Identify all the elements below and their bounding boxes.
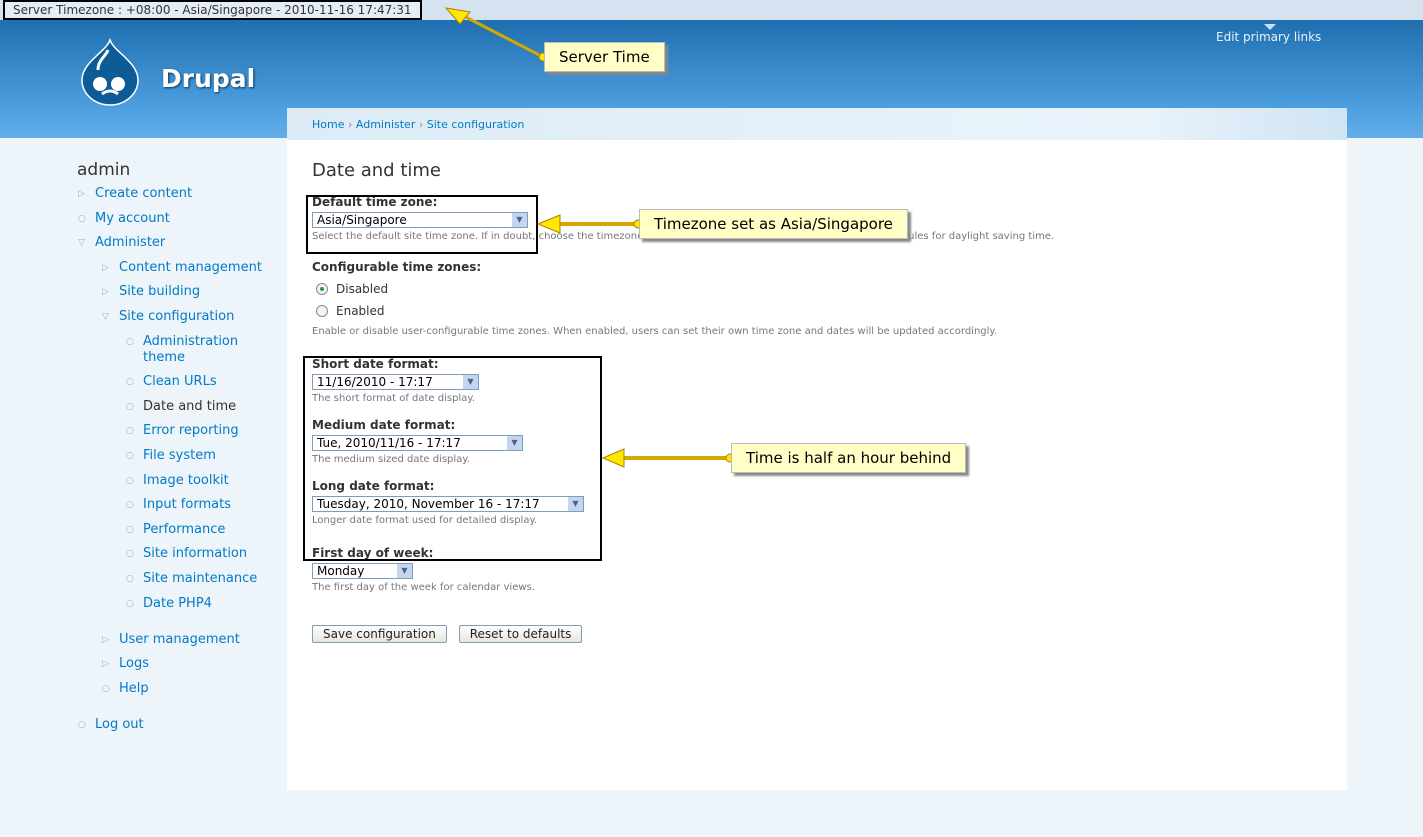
annotation-arrows	[444, 7, 735, 468]
callout-time-behind: Time is half an hour behind	[731, 443, 967, 473]
callout-server-time: Server Time	[544, 42, 665, 72]
callout-timezone: Timezone set as Asia/Singapore	[639, 209, 908, 239]
